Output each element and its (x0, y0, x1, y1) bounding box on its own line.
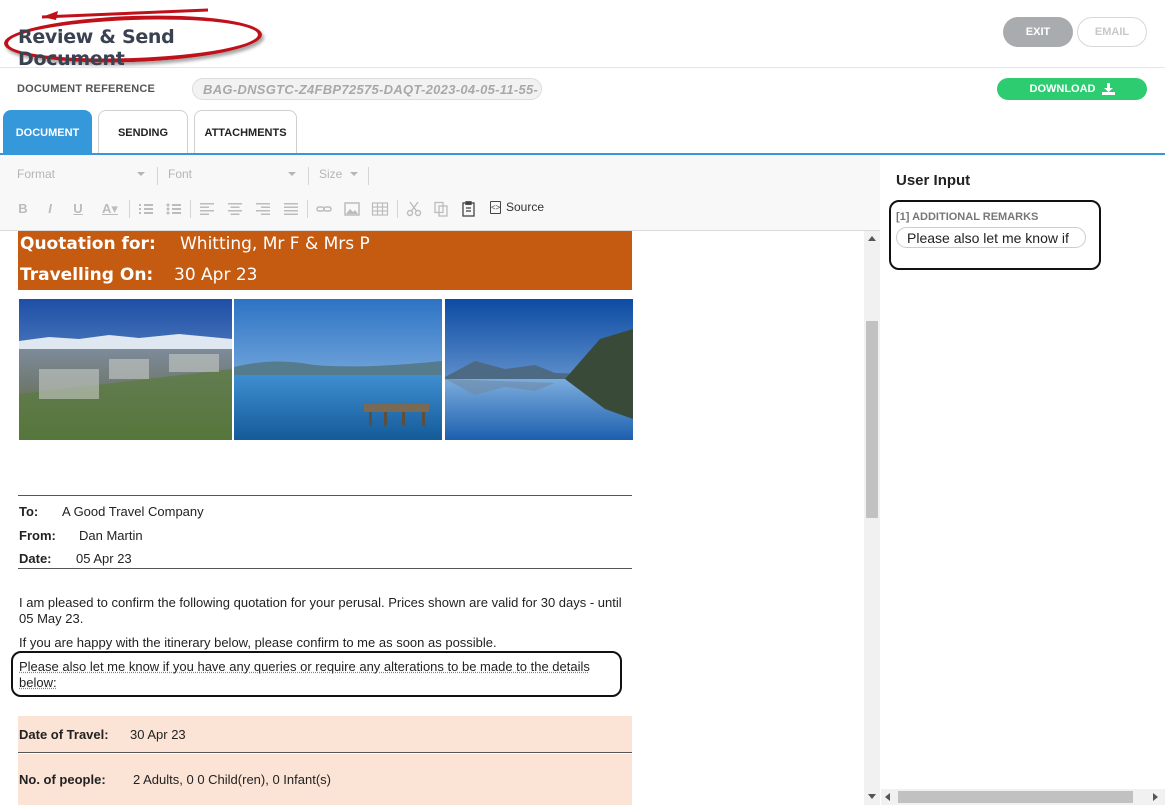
download-icon (1101, 83, 1115, 95)
source-button[interactable]: <> Source (490, 200, 544, 214)
date-value: 05 Apr 23 (76, 551, 132, 566)
toolbar-separator (157, 167, 158, 185)
scroll-thumb[interactable] (898, 791, 1133, 803)
toolbar-separator (308, 167, 309, 185)
tab-document[interactable]: DOCUMENT (3, 110, 92, 154)
page-title: Review & Send Document (18, 26, 175, 70)
people-row: No. of people: 2 Adults, 0 0 Child(ren), … (18, 754, 632, 805)
travel-date-label: Date of Travel: (19, 726, 109, 742)
chevron-down-icon (350, 172, 358, 176)
scroll-thumb[interactable] (866, 321, 878, 518)
lake-jetty-photo (234, 299, 442, 440)
document-reference-field: BAG-DNSGTC-Z4FBP72575-DAQT-2023-04-05-11… (192, 78, 542, 100)
header-divider (0, 67, 1165, 68)
cut-icon[interactable] (405, 201, 423, 217)
from-label: From: (19, 528, 56, 543)
city-photo (19, 299, 232, 440)
align-left-icon[interactable] (198, 201, 216, 217)
source-icon: <> (490, 200, 501, 214)
align-center-icon[interactable] (226, 201, 244, 217)
panel-horizontal-scrollbar[interactable] (881, 789, 1165, 805)
travelling-banner: Travelling On: 30 Apr 23 (18, 260, 632, 290)
quotation-value: Whitting, Mr F & Mrs P (180, 233, 370, 254)
to-label: To: (19, 504, 39, 519)
remarks-highlight-box (11, 651, 622, 697)
size-dropdown[interactable]: Size (319, 167, 364, 185)
toolbar-separator (368, 167, 369, 185)
format-dropdown[interactable]: Format (17, 167, 151, 185)
from-row: From: Dan Martin (19, 528, 143, 543)
to-value: A Good Travel Company (62, 504, 204, 519)
text-color-icon[interactable]: A▾ (98, 201, 122, 217)
copy-icon[interactable] (432, 201, 450, 217)
divider (18, 495, 632, 496)
document-reference-label: DOCUMENT REFERENCE (17, 83, 156, 95)
date-label: Date: (19, 551, 52, 566)
source-label: Source (506, 200, 545, 214)
download-label: DOWNLOAD (1029, 83, 1096, 95)
exit-button[interactable]: EXIT (1003, 17, 1073, 47)
bold-icon[interactable]: B (14, 201, 32, 217)
align-right-icon[interactable] (254, 201, 272, 217)
align-justify-icon[interactable] (282, 201, 300, 217)
to-row: To: A Good Travel Company (19, 504, 204, 519)
image-icon[interactable] (343, 201, 361, 217)
quotation-label: Quotation for: (20, 233, 156, 254)
link-icon[interactable] (315, 201, 333, 217)
document-editor: Format Font Size B I U A▾ <> Source Quot… (0, 155, 880, 805)
people-value: 2 Adults, 0 0 Child(ren), 0 Infant(s) (133, 772, 331, 787)
travel-date-row: Date of Travel: 30 Apr 23 (18, 716, 632, 753)
travel-date-value: 30 Apr 23 (130, 726, 186, 742)
travelling-value: 30 Apr 23 (174, 265, 258, 285)
size-dropdown-label: Size (319, 167, 343, 181)
toolbar-separator (129, 200, 130, 218)
from-value: Dan Martin (79, 528, 143, 543)
scroll-down-icon[interactable] (868, 794, 876, 799)
chevron-down-icon (288, 172, 296, 176)
toolbar-separator (190, 200, 191, 218)
travelling-label: Travelling On: (20, 265, 154, 285)
numbered-list-icon[interactable] (137, 201, 155, 217)
additional-remarks-input[interactable] (896, 227, 1086, 248)
scroll-up-icon[interactable] (868, 236, 876, 241)
italic-icon[interactable]: I (41, 201, 59, 217)
title-annotation: Review & Send Document (3, 6, 263, 70)
divider (18, 568, 632, 569)
underline-icon[interactable]: U (69, 201, 87, 217)
user-input-title: User Input (896, 172, 971, 189)
tab-attachments[interactable]: ATTACHMENTS (194, 110, 297, 154)
quotation-banner: Quotation for: Whitting, Mr F & Mrs P (18, 231, 632, 261)
toolbar-separator (397, 200, 398, 218)
paste-icon[interactable] (460, 201, 478, 217)
table-icon[interactable] (371, 201, 389, 217)
editor-toolbar: Format Font Size B I U A▾ <> Source (0, 155, 880, 231)
date-row: Date: 05 Apr 23 (19, 551, 132, 566)
document-content[interactable]: Quotation for: Whitting, Mr F & Mrs P Tr… (0, 231, 864, 805)
format-dropdown-label: Format (17, 167, 56, 181)
font-dropdown-label: Font (168, 167, 193, 181)
people-label: No. of people: (19, 772, 106, 787)
editor-scrollbar[interactable] (864, 231, 880, 805)
bulleted-list-icon[interactable] (165, 201, 183, 217)
chevron-down-icon (137, 172, 145, 176)
email-button[interactable]: EMAIL (1077, 17, 1147, 47)
toolbar-separator (307, 200, 308, 218)
scroll-left-icon[interactable] (885, 793, 890, 801)
tab-sending[interactable]: SENDING (98, 110, 188, 154)
font-dropdown[interactable]: Font (168, 167, 302, 185)
mountain-lake-photo (445, 299, 633, 440)
confirm-paragraph: If you are happy with the itinerary belo… (19, 635, 497, 650)
validity-paragraph: I am pleased to confirm the following qu… (19, 595, 622, 626)
scroll-right-icon[interactable] (1153, 793, 1158, 801)
download-button[interactable]: DOWNLOAD (997, 78, 1147, 100)
additional-remarks-label: [1] ADDITIONAL REMARKS (896, 211, 1039, 223)
